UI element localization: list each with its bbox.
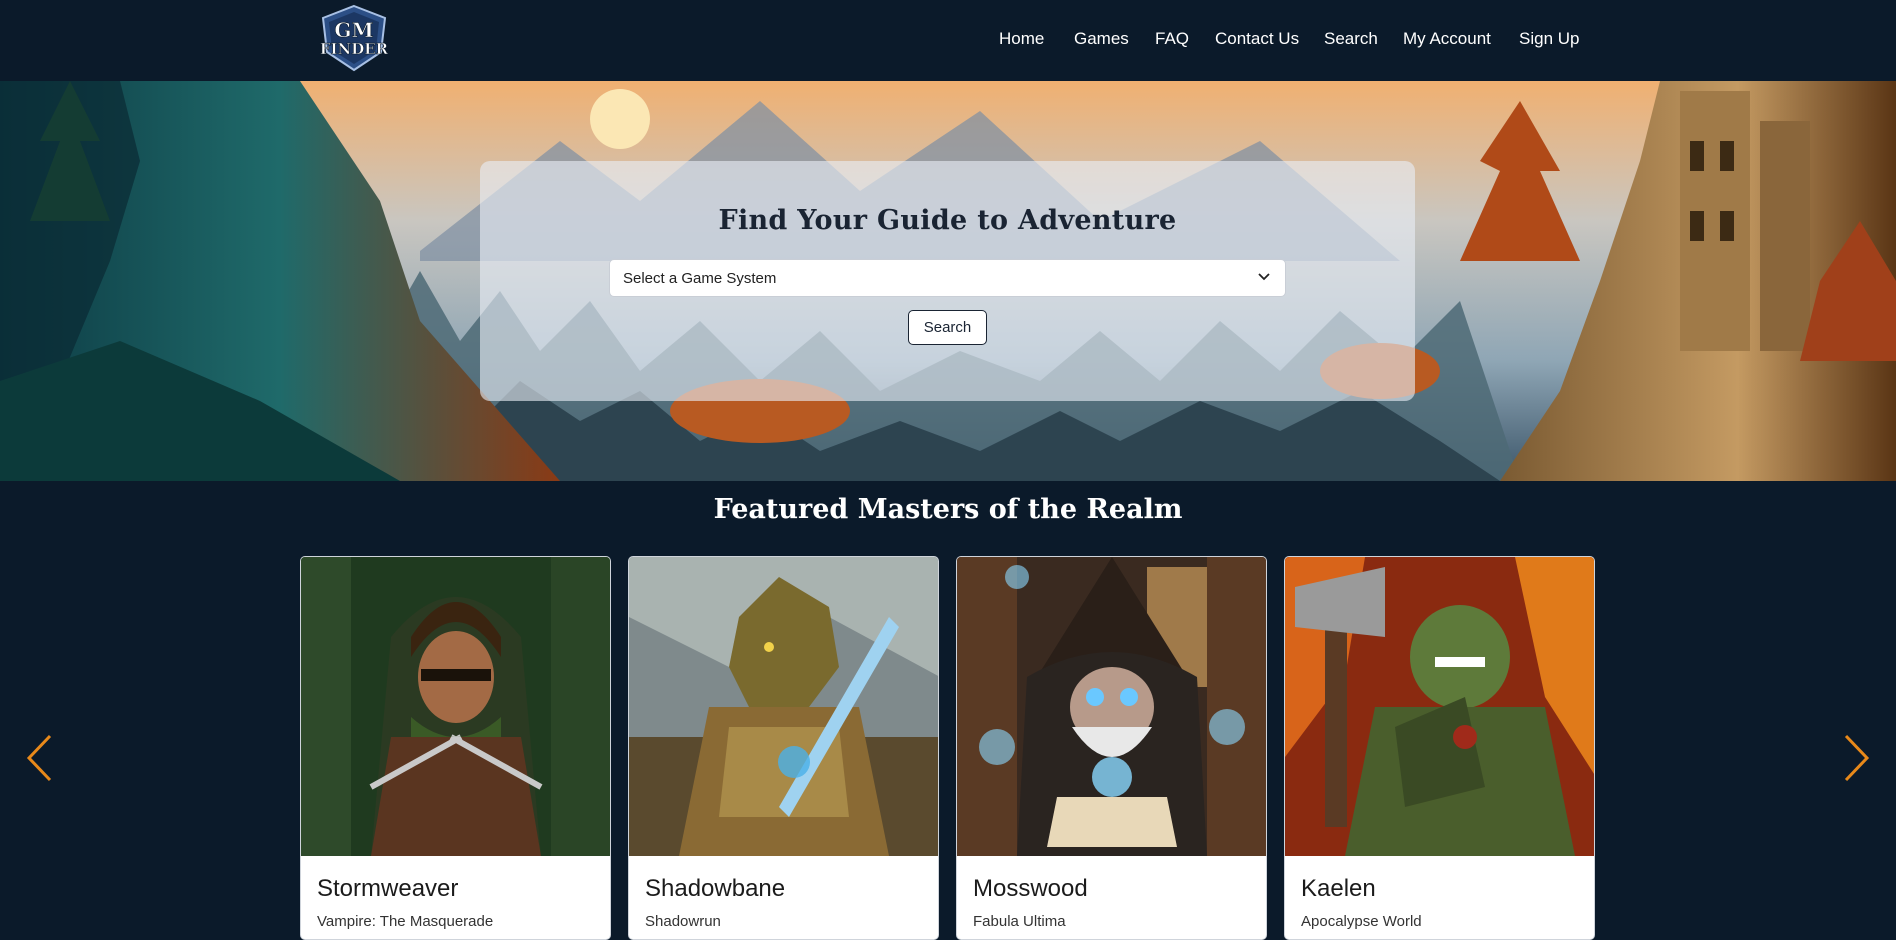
game-system-select[interactable]: Select a Game System [609, 259, 1286, 297]
hero-title: Find Your Guide to Adventure [718, 205, 1177, 236]
nav-home-link[interactable]: Home [999, 29, 1044, 49]
gm-name: Stormweaver [317, 875, 459, 902]
nav-faq-link[interactable]: FAQ [1155, 29, 1189, 49]
featured-section-title: Featured Masters of the Realm [713, 494, 1183, 525]
nav-contact-link[interactable]: Contact Us [1215, 29, 1299, 49]
gm-game-system: Apocalypse World [1301, 913, 1422, 930]
chevron-down-icon [1258, 273, 1270, 281]
gm-portrait-image [629, 557, 938, 856]
gm-card[interactable]: Shadowbane Shadowrun [628, 556, 939, 940]
game-system-select-value: Select a Game System [623, 270, 777, 287]
gm-card[interactable]: Mosswood Fabula Ultima [956, 556, 1267, 940]
nav-my-account-link[interactable]: My Account [1403, 29, 1491, 49]
carousel-prev-arrow[interactable] [25, 733, 55, 783]
gm-portrait-image [301, 557, 610, 856]
gm-card[interactable]: Kaelen Apocalypse World [1284, 556, 1595, 940]
search-button[interactable]: Search [908, 310, 987, 345]
nav-games-link[interactable]: Games [1074, 29, 1129, 49]
gm-card[interactable]: Stormweaver Vampire: The Masquerade [300, 556, 611, 940]
gm-portrait-image [1285, 557, 1594, 856]
carousel-next-arrow[interactable] [1841, 733, 1871, 783]
gm-name: Mosswood [973, 875, 1088, 902]
gm-game-system: Shadowrun [645, 913, 721, 930]
nav-search-link[interactable]: Search [1324, 29, 1378, 49]
search-panel: Find Your Guide to Adventure Select a Ga… [480, 161, 1415, 401]
gm-portrait-image [957, 557, 1266, 856]
gm-game-system: Fabula Ultima [973, 913, 1066, 930]
gm-game-system: Vampire: The Masquerade [317, 913, 494, 930]
hero-banner: Find Your Guide to Adventure Select a Ga… [0, 81, 1896, 481]
gm-name: Shadowbane [645, 875, 786, 902]
nav-sign-up-link[interactable]: Sign Up [1519, 29, 1579, 49]
main-nav: Home Games FAQ Contact Us Search My Acco… [0, 0, 1896, 81]
gm-name: Kaelen [1301, 875, 1376, 902]
site-header: GM FINDER Home Games FAQ Contact Us Sear… [0, 0, 1896, 81]
